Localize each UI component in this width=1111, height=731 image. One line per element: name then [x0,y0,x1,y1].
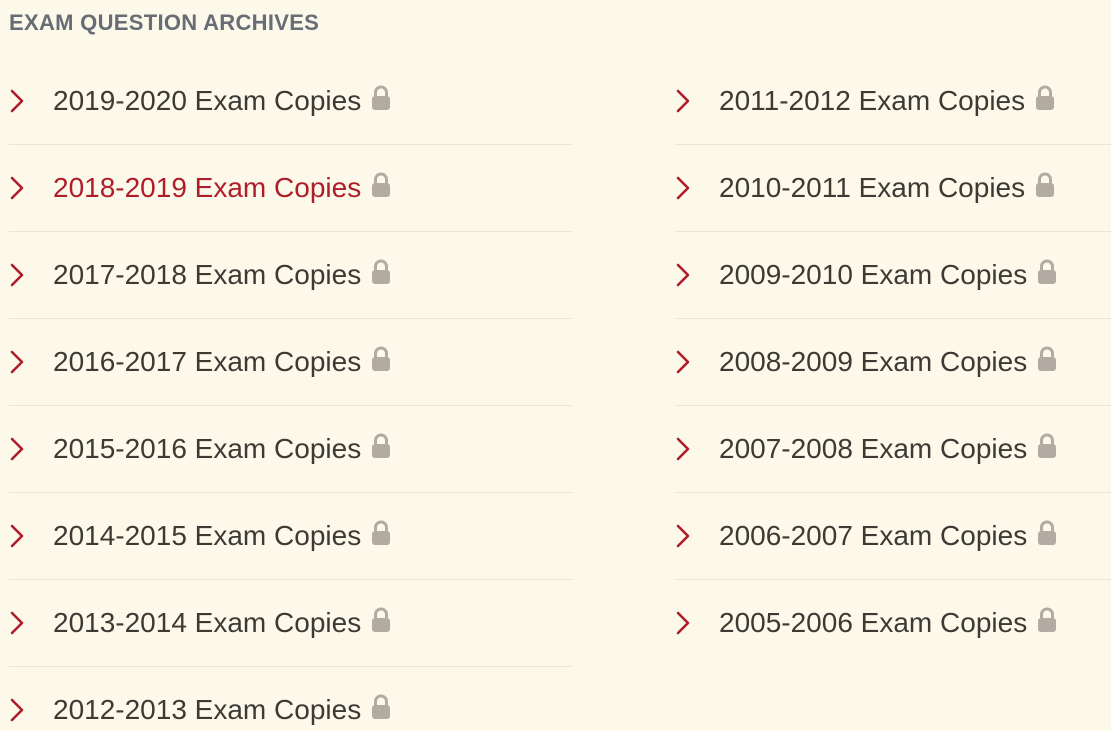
archive-item[interactable]: 2016-2017 Exam Copies [9,319,572,406]
lock-icon [372,433,391,458]
archive-item-label[interactable]: 2015-2016 Exam Copies [53,433,361,464]
chevron-right-icon [10,437,24,461]
archive-item-link[interactable]: 2011-2012 Exam Copies [719,85,1055,117]
chevron-right-icon [676,263,690,287]
lock-icon [1038,607,1057,632]
archive-item[interactable]: 2011-2012 Exam Copies [675,58,1111,145]
lock-icon [372,259,391,284]
archive-item[interactable]: 2014-2015 Exam Copies [9,493,572,580]
lock-icon [372,520,391,545]
archive-item[interactable]: 2017-2018 Exam Copies [9,232,572,319]
lock-icon [1038,259,1057,284]
archive-item-link[interactable]: 2009-2010 Exam Copies [719,259,1057,291]
archive-item-link[interactable]: 2008-2009 Exam Copies [719,346,1057,378]
chevron-right-icon [10,611,24,635]
archive-item-label[interactable]: 2007-2008 Exam Copies [719,433,1027,464]
archive-item[interactable]: 2009-2010 Exam Copies [675,232,1111,319]
archive-item-label[interactable]: 2005-2006 Exam Copies [719,607,1027,638]
archive-item[interactable]: 2019-2020 Exam Copies [9,58,572,145]
chevron-right-icon [10,176,24,200]
archive-item-link[interactable]: 2012-2013 Exam Copies [53,694,391,726]
archive-item-label[interactable]: 2014-2015 Exam Copies [53,520,361,551]
archive-item[interactable]: 2015-2016 Exam Copies [9,406,572,493]
chevron-right-icon [10,89,24,113]
lock-icon [372,346,391,371]
chevron-right-icon [10,263,24,287]
chevron-right-icon [676,437,690,461]
chevron-right-icon [676,611,690,635]
archive-item-link[interactable]: 2007-2008 Exam Copies [719,433,1057,465]
archive-item-link[interactable]: 2014-2015 Exam Copies [53,520,391,552]
chevron-right-icon [10,350,24,374]
archive-item-link[interactable]: 2016-2017 Exam Copies [53,346,391,378]
archive-item-link[interactable]: 2017-2018 Exam Copies [53,259,391,291]
lock-icon [372,85,391,110]
lock-icon [372,607,391,632]
chevron-right-icon [676,524,690,548]
archive-item[interactable]: 2018-2019 Exam Copies [9,145,572,232]
archive-item-label[interactable]: 2008-2009 Exam Copies [719,346,1027,377]
archive-item-label[interactable]: 2019-2020 Exam Copies [53,85,361,116]
archive-item[interactable]: 2005-2006 Exam Copies [675,580,1111,666]
archive-item-link[interactable]: 2015-2016 Exam Copies [53,433,391,465]
archive-item[interactable]: 2012-2013 Exam Copies [9,667,572,731]
archive-item-link[interactable]: 2013-2014 Exam Copies [53,607,391,639]
lock-icon [1036,172,1055,197]
archive-item-label[interactable]: 2017-2018 Exam Copies [53,259,361,290]
archive-item-label[interactable]: 2009-2010 Exam Copies [719,259,1027,290]
lock-icon [1038,433,1057,458]
archive-item-label[interactable]: 2011-2012 Exam Copies [719,85,1025,116]
section-heading: EXAM QUESTION ARCHIVES [9,10,320,35]
lock-icon [1036,85,1055,110]
archive-item-label[interactable]: 2016-2017 Exam Copies [53,346,361,377]
chevron-right-icon [10,698,24,722]
archive-item-link[interactable]: 2018-2019 Exam Copies [53,172,391,204]
chevron-right-icon [676,350,690,374]
chevron-right-icon [10,524,24,548]
archive-item-label[interactable]: 2013-2014 Exam Copies [53,607,361,638]
archive-item-link[interactable]: 2005-2006 Exam Copies [719,607,1057,639]
archive-item-link[interactable]: 2019-2020 Exam Copies [53,85,391,117]
archive-item-label[interactable]: 2012-2013 Exam Copies [53,694,361,725]
chevron-right-icon [676,176,690,200]
archive-item[interactable]: 2008-2009 Exam Copies [675,319,1111,406]
archive-item-label[interactable]: 2010-2011 Exam Copies [719,172,1025,203]
archive-item[interactable]: 2010-2011 Exam Copies [675,145,1111,232]
archive-item-label[interactable]: 2006-2007 Exam Copies [719,520,1027,551]
archive-item[interactable]: 2013-2014 Exam Copies [9,580,572,667]
lock-icon [372,172,391,197]
archive-list-left: 2019-2020 Exam Copies 2018-2019 Exam Cop… [9,58,572,731]
lock-icon [372,694,391,719]
archive-item-link[interactable]: 2010-2011 Exam Copies [719,172,1055,204]
lock-icon [1038,346,1057,371]
archive-item[interactable]: 2006-2007 Exam Copies [675,493,1111,580]
archive-item[interactable]: 2007-2008 Exam Copies [675,406,1111,493]
lock-icon [1038,520,1057,545]
archive-item-label[interactable]: 2018-2019 Exam Copies [53,172,361,203]
chevron-right-icon [676,89,690,113]
archive-item-link[interactable]: 2006-2007 Exam Copies [719,520,1057,552]
archive-list-right: 2011-2012 Exam Copies 2010-2011 Exam Cop… [675,58,1111,666]
